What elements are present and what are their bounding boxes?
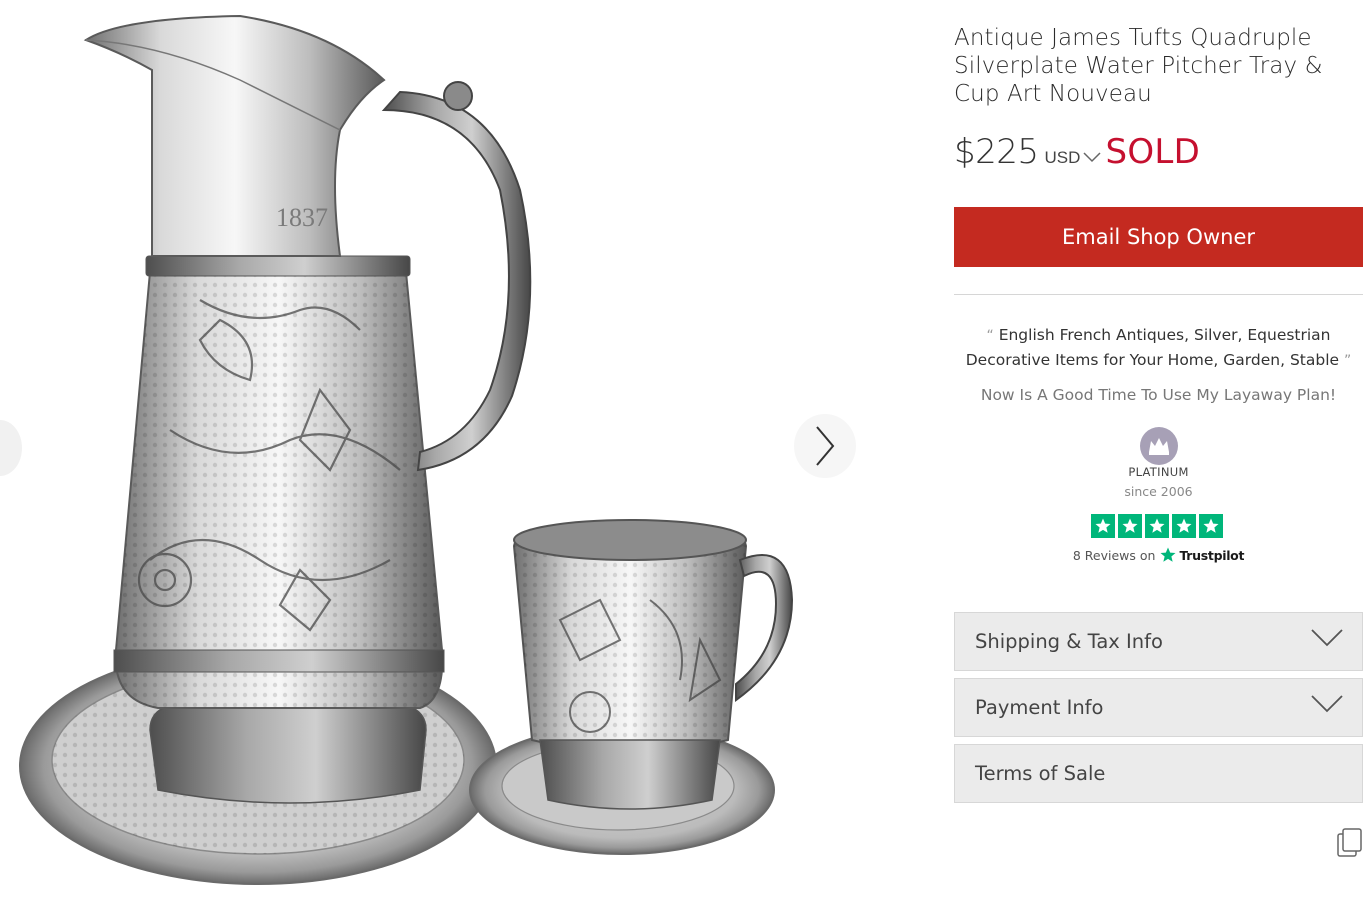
accordion-shipping-tax[interactable]: Shipping & Tax Info [954, 612, 1363, 671]
seller-tier: PLATINUM [1128, 465, 1189, 479]
layaway-note: Now Is A Good Time To Use My Layaway Pla… [980, 386, 1337, 404]
shop-tagline-text: English French Antiques, Silver, Equestr… [965, 326, 1340, 369]
trustpilot-star-icon [1160, 547, 1176, 562]
divider [954, 294, 1363, 295]
chevron-down-icon [1311, 629, 1343, 647]
chevron-down-icon[interactable] [1083, 150, 1101, 168]
currency-selector[interactable]: USD [1045, 148, 1081, 168]
open-quote-icon: “ [986, 328, 994, 344]
sold-status: SOLD [1105, 132, 1201, 172]
price-row: $225 USD SOLD [954, 132, 1200, 176]
star-icon [1172, 514, 1196, 538]
star-icon [1091, 514, 1115, 538]
reviews-count: 8 Reviews on [1072, 547, 1156, 563]
engraving-text: 1837 [276, 203, 328, 232]
accordion-payment[interactable]: Payment Info [954, 678, 1363, 737]
trustpilot-stars[interactable] [1091, 514, 1223, 538]
product-photo: 1837 [19, 14, 794, 885]
product-image-gallery: 1837 [0, 0, 930, 900]
accordion-terms-of-sale[interactable]: Terms of Sale [954, 744, 1363, 803]
share-icon[interactable] [1334, 826, 1364, 860]
trustpilot-brand: Trustpilot [1179, 547, 1245, 563]
email-shop-owner-button[interactable]: Email Shop Owner [954, 207, 1363, 267]
crown-icon [1140, 427, 1178, 465]
accordion-label: Payment Info [975, 696, 1104, 719]
accordion-label: Shipping & Tax Info [975, 630, 1163, 653]
listing-title: Antique James Tufts Quadruple Silverplat… [954, 25, 1323, 107]
seller-since: since 2006 [1124, 484, 1193, 499]
next-image-button[interactable] [794, 414, 856, 478]
star-icon [1199, 514, 1223, 538]
star-icon [1118, 514, 1142, 538]
trustpilot-reviews-link[interactable]: 8 Reviews on Trustpilot [954, 546, 1363, 564]
close-quote-icon: ” [1343, 353, 1352, 369]
price: $225 [954, 132, 1039, 172]
star-icon [1145, 514, 1169, 538]
chevron-down-icon [1311, 695, 1343, 713]
shop-tagline: “ English French Antiques, Silver, Eques… [954, 323, 1363, 373]
chevron-right-icon [816, 426, 835, 466]
accordion-label: Terms of Sale [975, 762, 1106, 785]
